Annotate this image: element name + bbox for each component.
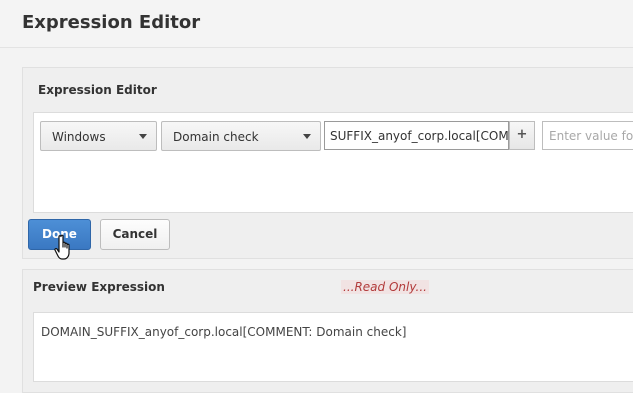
cancel-button[interactable]: Cancel xyxy=(100,219,170,250)
expression-value-field[interactable]: SUFFIX_anyof_corp.local[COM xyxy=(324,121,509,150)
hand-pointer-icon xyxy=(54,234,70,260)
chevron-down-icon xyxy=(139,134,147,139)
page-header: Expression Editor xyxy=(0,0,633,48)
os-select-value: Windows xyxy=(52,130,106,144)
preview-expression-text: DOMAIN_SUFFIX_anyof_corp.local[COMMENT: … xyxy=(41,325,407,339)
chevron-down-icon xyxy=(303,134,311,139)
os-select[interactable]: Windows xyxy=(40,121,157,151)
enter-value-input[interactable]: Enter value for xyxy=(542,121,633,150)
check-type-select-value: Domain check xyxy=(173,130,259,144)
add-value-button[interactable]: + xyxy=(509,121,535,150)
read-only-badge: ...Read Only... xyxy=(341,280,429,294)
preview-expression-label: Preview Expression xyxy=(33,280,165,294)
page-title: Expression Editor xyxy=(22,12,201,33)
check-type-select[interactable]: Domain check xyxy=(161,121,321,151)
preview-expression-box xyxy=(33,312,633,382)
expression-editor-label: Expression Editor xyxy=(38,83,157,97)
